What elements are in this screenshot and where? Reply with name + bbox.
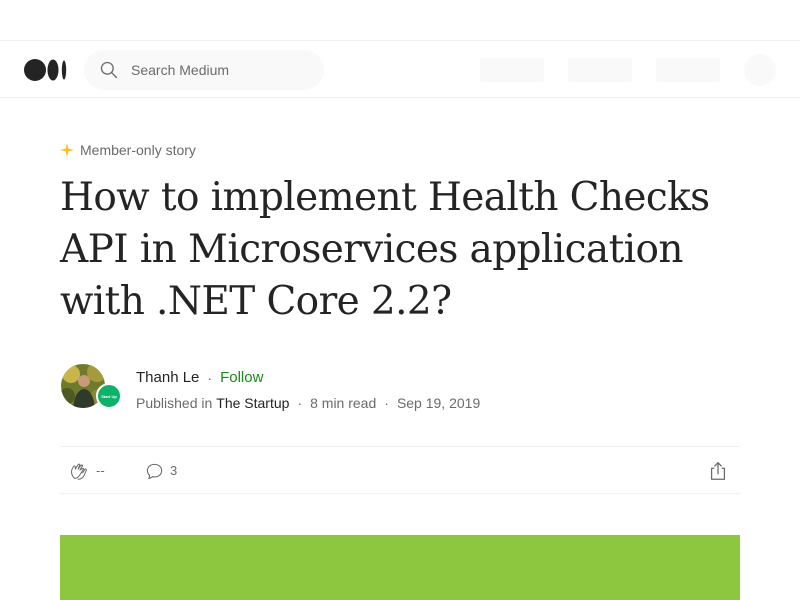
- share-icon[interactable]: [707, 460, 729, 482]
- publication-link[interactable]: The Startup: [216, 393, 289, 413]
- member-only-label: Member-only story: [80, 142, 196, 158]
- article-meta: Published in The Startup · 8 min read · …: [136, 393, 480, 413]
- publication-avatar-text: Start Up: [101, 393, 117, 399]
- clap-icon[interactable]: [68, 460, 90, 482]
- search-bar[interactable]: Search Medium: [84, 50, 324, 90]
- author-line: Thanh Le · Follow: [136, 368, 263, 388]
- publish-date: Sep 19, 2019: [396, 395, 481, 411]
- separator-dot: ·: [207, 370, 213, 386]
- follow-button[interactable]: Follow: [220, 368, 263, 388]
- user-avatar-placeholder[interactable]: [744, 54, 776, 86]
- member-only-badge: Member-only story: [60, 140, 196, 160]
- published-in-label: Published in: [136, 395, 213, 411]
- response-count: 3: [170, 463, 178, 478]
- top-navbar: Search Medium: [0, 40, 800, 98]
- clap-count: --: [96, 463, 105, 478]
- read-time: 8 min read: [310, 395, 377, 411]
- author-name-link[interactable]: Thanh Le: [136, 368, 199, 388]
- article-title: How to implement Health Checks API in Mi…: [60, 175, 710, 324]
- hero-image: [60, 535, 740, 600]
- search-input[interactable]: Search Medium: [131, 61, 229, 79]
- publication-avatar[interactable]: Start Up: [96, 383, 122, 409]
- response-icon[interactable]: [145, 462, 164, 481]
- medium-logo-icon[interactable]: [24, 59, 68, 81]
- nav-placeholder-3: [656, 58, 720, 82]
- search-icon: [100, 61, 118, 79]
- article-action-bar: -- 3: [60, 446, 740, 494]
- nav-placeholder-1: [480, 58, 544, 82]
- nav-placeholder-2: [568, 58, 632, 82]
- star-icon: [60, 143, 74, 157]
- separator-dot: ·: [297, 395, 303, 411]
- separator-dot: ·: [384, 395, 389, 411]
